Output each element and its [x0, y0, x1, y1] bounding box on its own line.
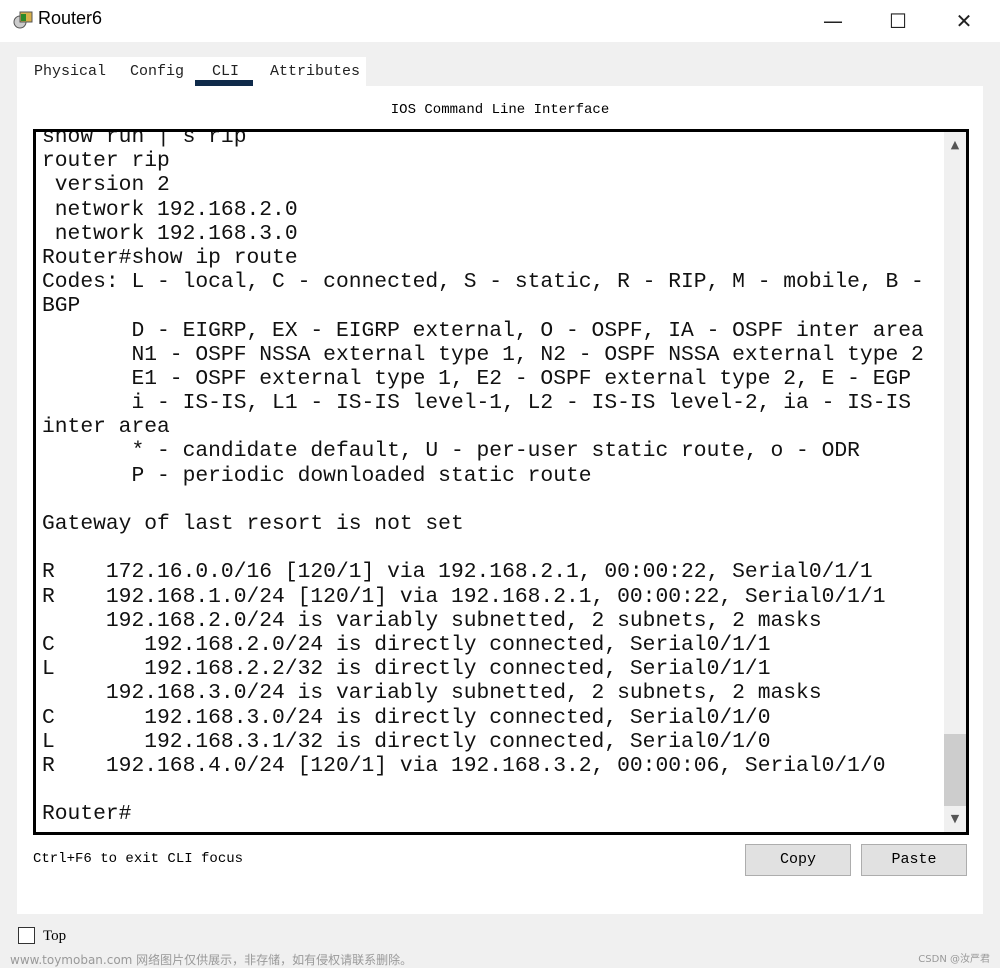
- terminal-line: C 192.168.3.0/24 is directly connected, …: [42, 705, 771, 730]
- scroll-down-icon[interactable]: ▼: [944, 812, 966, 825]
- tab-bar: Physical Config CLI Attributes: [17, 57, 366, 86]
- terminal-line: 192.168.2.0/24 is variably subnetted, 2 …: [42, 608, 822, 633]
- terminal-line: router rip: [42, 149, 170, 174]
- terminal-output: show run | s rip router rip version 2 net…: [42, 129, 924, 827]
- terminal-line: L 192.168.3.1/32 is directly connected, …: [42, 729, 771, 754]
- terminal-line: network 192.168.3.0: [42, 221, 298, 246]
- terminal-line: network 192.168.2.0: [42, 197, 298, 222]
- terminal-line: Codes: L - local, C - connected, S - sta…: [42, 270, 924, 295]
- tab-config[interactable]: Config: [130, 63, 184, 80]
- terminal-line: R 192.168.4.0/24 [120/1] via 192.168.3.2…: [42, 753, 886, 778]
- watermark-left: www.toymoban.com 网络图片仅供展示，非存储，如有侵权请联系删除。: [10, 953, 413, 967]
- scrollbar[interactable]: ▲ ▼: [944, 132, 966, 832]
- top-checkbox-label: Top: [43, 928, 67, 944]
- terminal-line: i - IS-IS, L1 - IS-IS level-1, L2 - IS-I…: [42, 391, 912, 416]
- scroll-up-icon[interactable]: ▲: [944, 138, 966, 151]
- paste-button[interactable]: Paste: [861, 844, 967, 876]
- watermark-right: CSDN @汝严君: [918, 954, 990, 965]
- terminal-line: L 192.168.2.2/32 is directly connected, …: [42, 657, 771, 682]
- terminal-line: * - candidate default, U - per-user stat…: [42, 439, 860, 464]
- cli-focus-hint: Ctrl+F6 to exit CLI focus: [33, 851, 244, 867]
- terminal-line: inter area: [42, 415, 170, 440]
- terminal-line: Router#show ip route: [42, 245, 298, 270]
- terminal-line: E1 - OSPF external type 1, E2 - OSPF ext…: [42, 366, 912, 391]
- tab-cli[interactable]: CLI: [212, 63, 239, 80]
- terminal-line: Gateway of last resort is not set: [42, 512, 464, 536]
- top-checkbox[interactable]: [18, 927, 35, 944]
- maximize-button[interactable]: ☐: [878, 6, 918, 36]
- cli-terminal[interactable]: show run | s rip router rip version 2 net…: [33, 129, 969, 835]
- router-app-icon: [13, 11, 33, 29]
- scrollbar-thumb[interactable]: [944, 734, 966, 806]
- terminal-line: P - periodic downloaded static route: [42, 463, 592, 488]
- copy-button[interactable]: Copy: [745, 844, 851, 876]
- minimize-button[interactable]: —: [813, 6, 853, 36]
- active-tab-indicator: [195, 80, 253, 86]
- tab-physical[interactable]: Physical: [34, 63, 106, 80]
- terminal-line: C 192.168.2.0/24 is directly connected, …: [42, 632, 771, 657]
- terminal-line: version 2: [42, 173, 170, 198]
- terminal-line: D - EIGRP, EX - EIGRP external, O - OSPF…: [42, 318, 924, 343]
- terminal-line: BGP: [42, 294, 81, 319]
- title-bar: Router6 — ☐ ✕: [0, 0, 1000, 42]
- terminal-line: show run | s rip: [42, 129, 247, 149]
- tab-attributes[interactable]: Attributes: [270, 63, 360, 80]
- terminal-line: Router#: [42, 802, 132, 827]
- terminal-line: N1 - OSPF NSSA external type 1, N2 - OSP…: [42, 342, 924, 367]
- terminal-line: 192.168.3.0/24 is variably subnetted, 2 …: [42, 681, 822, 706]
- close-button[interactable]: ✕: [944, 6, 984, 36]
- window-title: Router6: [38, 8, 103, 28]
- terminal-line: R 172.16.0.0/16 [120/1] via 192.168.2.1,…: [42, 560, 873, 585]
- cli-header: IOS Command Line Interface: [390, 102, 610, 118]
- terminal-line: R 192.168.1.0/24 [120/1] via 192.168.2.1…: [42, 584, 886, 609]
